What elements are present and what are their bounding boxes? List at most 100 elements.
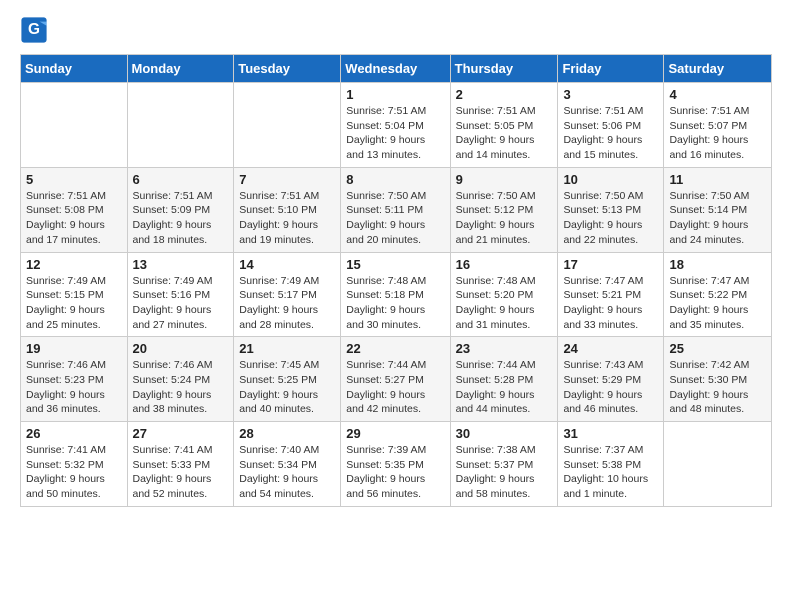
calendar-cell: 16 Sunrise: 7:48 AM Sunset: 5:20 PM Dayli… xyxy=(450,252,558,337)
calendar-cell: 15 Sunrise: 7:48 AM Sunset: 5:18 PM Dayli… xyxy=(341,252,450,337)
day-info: Sunrise: 7:51 AM Sunset: 5:05 PM Dayligh… xyxy=(456,104,553,163)
calendar-cell: 6 Sunrise: 7:51 AM Sunset: 5:09 PM Daylig… xyxy=(127,167,234,252)
day-info: Sunrise: 7:49 AM Sunset: 5:17 PM Dayligh… xyxy=(239,274,335,333)
weekday-header: Saturday xyxy=(664,55,772,83)
day-number: 20 xyxy=(133,341,229,356)
day-info: Sunrise: 7:51 AM Sunset: 5:04 PM Dayligh… xyxy=(346,104,444,163)
day-number: 21 xyxy=(239,341,335,356)
calendar-cell xyxy=(664,422,772,507)
calendar-table: SundayMondayTuesdayWednesdayThursdayFrid… xyxy=(20,54,772,507)
weekday-header: Wednesday xyxy=(341,55,450,83)
day-number: 7 xyxy=(239,172,335,187)
day-info: Sunrise: 7:48 AM Sunset: 5:18 PM Dayligh… xyxy=(346,274,444,333)
calendar-cell: 5 Sunrise: 7:51 AM Sunset: 5:08 PM Daylig… xyxy=(21,167,128,252)
calendar-cell: 14 Sunrise: 7:49 AM Sunset: 5:17 PM Dayli… xyxy=(234,252,341,337)
day-number: 14 xyxy=(239,257,335,272)
day-info: Sunrise: 7:50 AM Sunset: 5:13 PM Dayligh… xyxy=(563,189,658,248)
logo-icon: G xyxy=(20,16,48,44)
calendar-cell: 2 Sunrise: 7:51 AM Sunset: 5:05 PM Daylig… xyxy=(450,83,558,168)
calendar-cell: 17 Sunrise: 7:47 AM Sunset: 5:21 PM Dayli… xyxy=(558,252,664,337)
day-number: 19 xyxy=(26,341,122,356)
weekday-header: Friday xyxy=(558,55,664,83)
weekday-header: Tuesday xyxy=(234,55,341,83)
calendar-cell: 20 Sunrise: 7:46 AM Sunset: 5:24 PM Dayli… xyxy=(127,337,234,422)
weekday-header: Monday xyxy=(127,55,234,83)
day-number: 10 xyxy=(563,172,658,187)
calendar-week-row: 1 Sunrise: 7:51 AM Sunset: 5:04 PM Daylig… xyxy=(21,83,772,168)
calendar-cell: 24Sunrise: 7:43 AM Sunset: 5:29 PM Dayli… xyxy=(558,337,664,422)
header: G xyxy=(20,16,772,44)
day-info: Sunrise: 7:50 AM Sunset: 5:11 PM Dayligh… xyxy=(346,189,444,248)
weekday-header: Thursday xyxy=(450,55,558,83)
day-info: Sunrise: 7:45 AM Sunset: 5:25 PM Dayligh… xyxy=(239,358,335,417)
day-number: 2 xyxy=(456,87,553,102)
day-number: 16 xyxy=(456,257,553,272)
calendar-cell: 8 Sunrise: 7:50 AM Sunset: 5:11 PM Daylig… xyxy=(341,167,450,252)
day-info: Sunrise: 7:51 AM Sunset: 5:08 PM Dayligh… xyxy=(26,189,122,248)
day-info: Sunrise: 7:49 AM Sunset: 5:16 PM Dayligh… xyxy=(133,274,229,333)
calendar-week-row: 19 Sunrise: 7:46 AM Sunset: 5:23 PM Dayli… xyxy=(21,337,772,422)
day-info: Sunrise: 7:37 AM Sunset: 5:38 PM Dayligh… xyxy=(563,443,658,502)
day-info: Sunrise: 7:46 AM Sunset: 5:24 PM Dayligh… xyxy=(133,358,229,417)
day-info: Sunrise: 7:44 AM Sunset: 5:28 PM Dayligh… xyxy=(456,358,553,417)
day-number: 23 xyxy=(456,341,553,356)
calendar-cell: 26 Sunrise: 7:41 AM Sunset: 5:32 PM Dayli… xyxy=(21,422,128,507)
calendar-cell: 28Sunrise: 7:40 AM Sunset: 5:34 PM Dayli… xyxy=(234,422,341,507)
day-info: Sunrise: 7:42 AM Sunset: 5:30 PM Dayligh… xyxy=(669,358,766,417)
day-number: 27 xyxy=(133,426,229,441)
day-info: Sunrise: 7:49 AM Sunset: 5:15 PM Dayligh… xyxy=(26,274,122,333)
day-info: Sunrise: 7:48 AM Sunset: 5:20 PM Dayligh… xyxy=(456,274,553,333)
day-info: Sunrise: 7:43 AM Sunset: 5:29 PM Dayligh… xyxy=(563,358,658,417)
day-info: Sunrise: 7:47 AM Sunset: 5:21 PM Dayligh… xyxy=(563,274,658,333)
calendar-cell: 25 Sunrise: 7:42 AM Sunset: 5:30 PM Dayli… xyxy=(664,337,772,422)
day-info: Sunrise: 7:51 AM Sunset: 5:07 PM Dayligh… xyxy=(669,104,766,163)
calendar-cell xyxy=(21,83,128,168)
calendar-cell: 21 Sunrise: 7:45 AM Sunset: 5:25 PM Dayli… xyxy=(234,337,341,422)
day-number: 6 xyxy=(133,172,229,187)
calendar-cell: 31 Sunrise: 7:37 AM Sunset: 5:38 PM Dayli… xyxy=(558,422,664,507)
day-info: Sunrise: 7:44 AM Sunset: 5:27 PM Dayligh… xyxy=(346,358,444,417)
calendar-cell: 11Sunrise: 7:50 AM Sunset: 5:14 PM Dayli… xyxy=(664,167,772,252)
day-info: Sunrise: 7:39 AM Sunset: 5:35 PM Dayligh… xyxy=(346,443,444,502)
day-info: Sunrise: 7:41 AM Sunset: 5:32 PM Dayligh… xyxy=(26,443,122,502)
day-info: Sunrise: 7:51 AM Sunset: 5:10 PM Dayligh… xyxy=(239,189,335,248)
day-number: 31 xyxy=(563,426,658,441)
day-info: Sunrise: 7:46 AM Sunset: 5:23 PM Dayligh… xyxy=(26,358,122,417)
calendar-cell: 1 Sunrise: 7:51 AM Sunset: 5:04 PM Daylig… xyxy=(341,83,450,168)
day-info: Sunrise: 7:51 AM Sunset: 5:06 PM Dayligh… xyxy=(563,104,658,163)
calendar-cell: 18 Sunrise: 7:47 AM Sunset: 5:22 PM Dayli… xyxy=(664,252,772,337)
day-number: 5 xyxy=(26,172,122,187)
day-number: 26 xyxy=(26,426,122,441)
day-info: Sunrise: 7:50 AM Sunset: 5:12 PM Dayligh… xyxy=(456,189,553,248)
day-number: 15 xyxy=(346,257,444,272)
day-number: 22 xyxy=(346,341,444,356)
day-number: 9 xyxy=(456,172,553,187)
calendar-week-row: 12Sunrise: 7:49 AM Sunset: 5:15 PM Dayli… xyxy=(21,252,772,337)
weekday-header: Sunday xyxy=(21,55,128,83)
day-info: Sunrise: 7:38 AM Sunset: 5:37 PM Dayligh… xyxy=(456,443,553,502)
svg-text:G: G xyxy=(28,21,40,38)
day-number: 18 xyxy=(669,257,766,272)
day-info: Sunrise: 7:51 AM Sunset: 5:09 PM Dayligh… xyxy=(133,189,229,248)
calendar-cell: 19 Sunrise: 7:46 AM Sunset: 5:23 PM Dayli… xyxy=(21,337,128,422)
calendar-cell xyxy=(234,83,341,168)
calendar-cell: 7 Sunrise: 7:51 AM Sunset: 5:10 PM Daylig… xyxy=(234,167,341,252)
day-number: 3 xyxy=(563,87,658,102)
logo: G xyxy=(20,16,50,44)
day-number: 13 xyxy=(133,257,229,272)
calendar-cell: 29 Sunrise: 7:39 AM Sunset: 5:35 PM Dayli… xyxy=(341,422,450,507)
day-number: 8 xyxy=(346,172,444,187)
day-number: 29 xyxy=(346,426,444,441)
calendar-cell: 23 Sunrise: 7:44 AM Sunset: 5:28 PM Dayli… xyxy=(450,337,558,422)
day-number: 25 xyxy=(669,341,766,356)
calendar-cell: 10 Sunrise: 7:50 AM Sunset: 5:13 PM Dayli… xyxy=(558,167,664,252)
calendar-week-row: 5 Sunrise: 7:51 AM Sunset: 5:08 PM Daylig… xyxy=(21,167,772,252)
calendar-cell: 30Sunrise: 7:38 AM Sunset: 5:37 PM Dayli… xyxy=(450,422,558,507)
day-number: 17 xyxy=(563,257,658,272)
calendar-week-row: 26 Sunrise: 7:41 AM Sunset: 5:32 PM Dayli… xyxy=(21,422,772,507)
day-number: 1 xyxy=(346,87,444,102)
calendar-cell: 4Sunrise: 7:51 AM Sunset: 5:07 PM Daylig… xyxy=(664,83,772,168)
calendar-page: G SundayMondayTuesdayWednesdayThursdayFr… xyxy=(0,0,792,523)
day-info: Sunrise: 7:41 AM Sunset: 5:33 PM Dayligh… xyxy=(133,443,229,502)
day-info: Sunrise: 7:47 AM Sunset: 5:22 PM Dayligh… xyxy=(669,274,766,333)
